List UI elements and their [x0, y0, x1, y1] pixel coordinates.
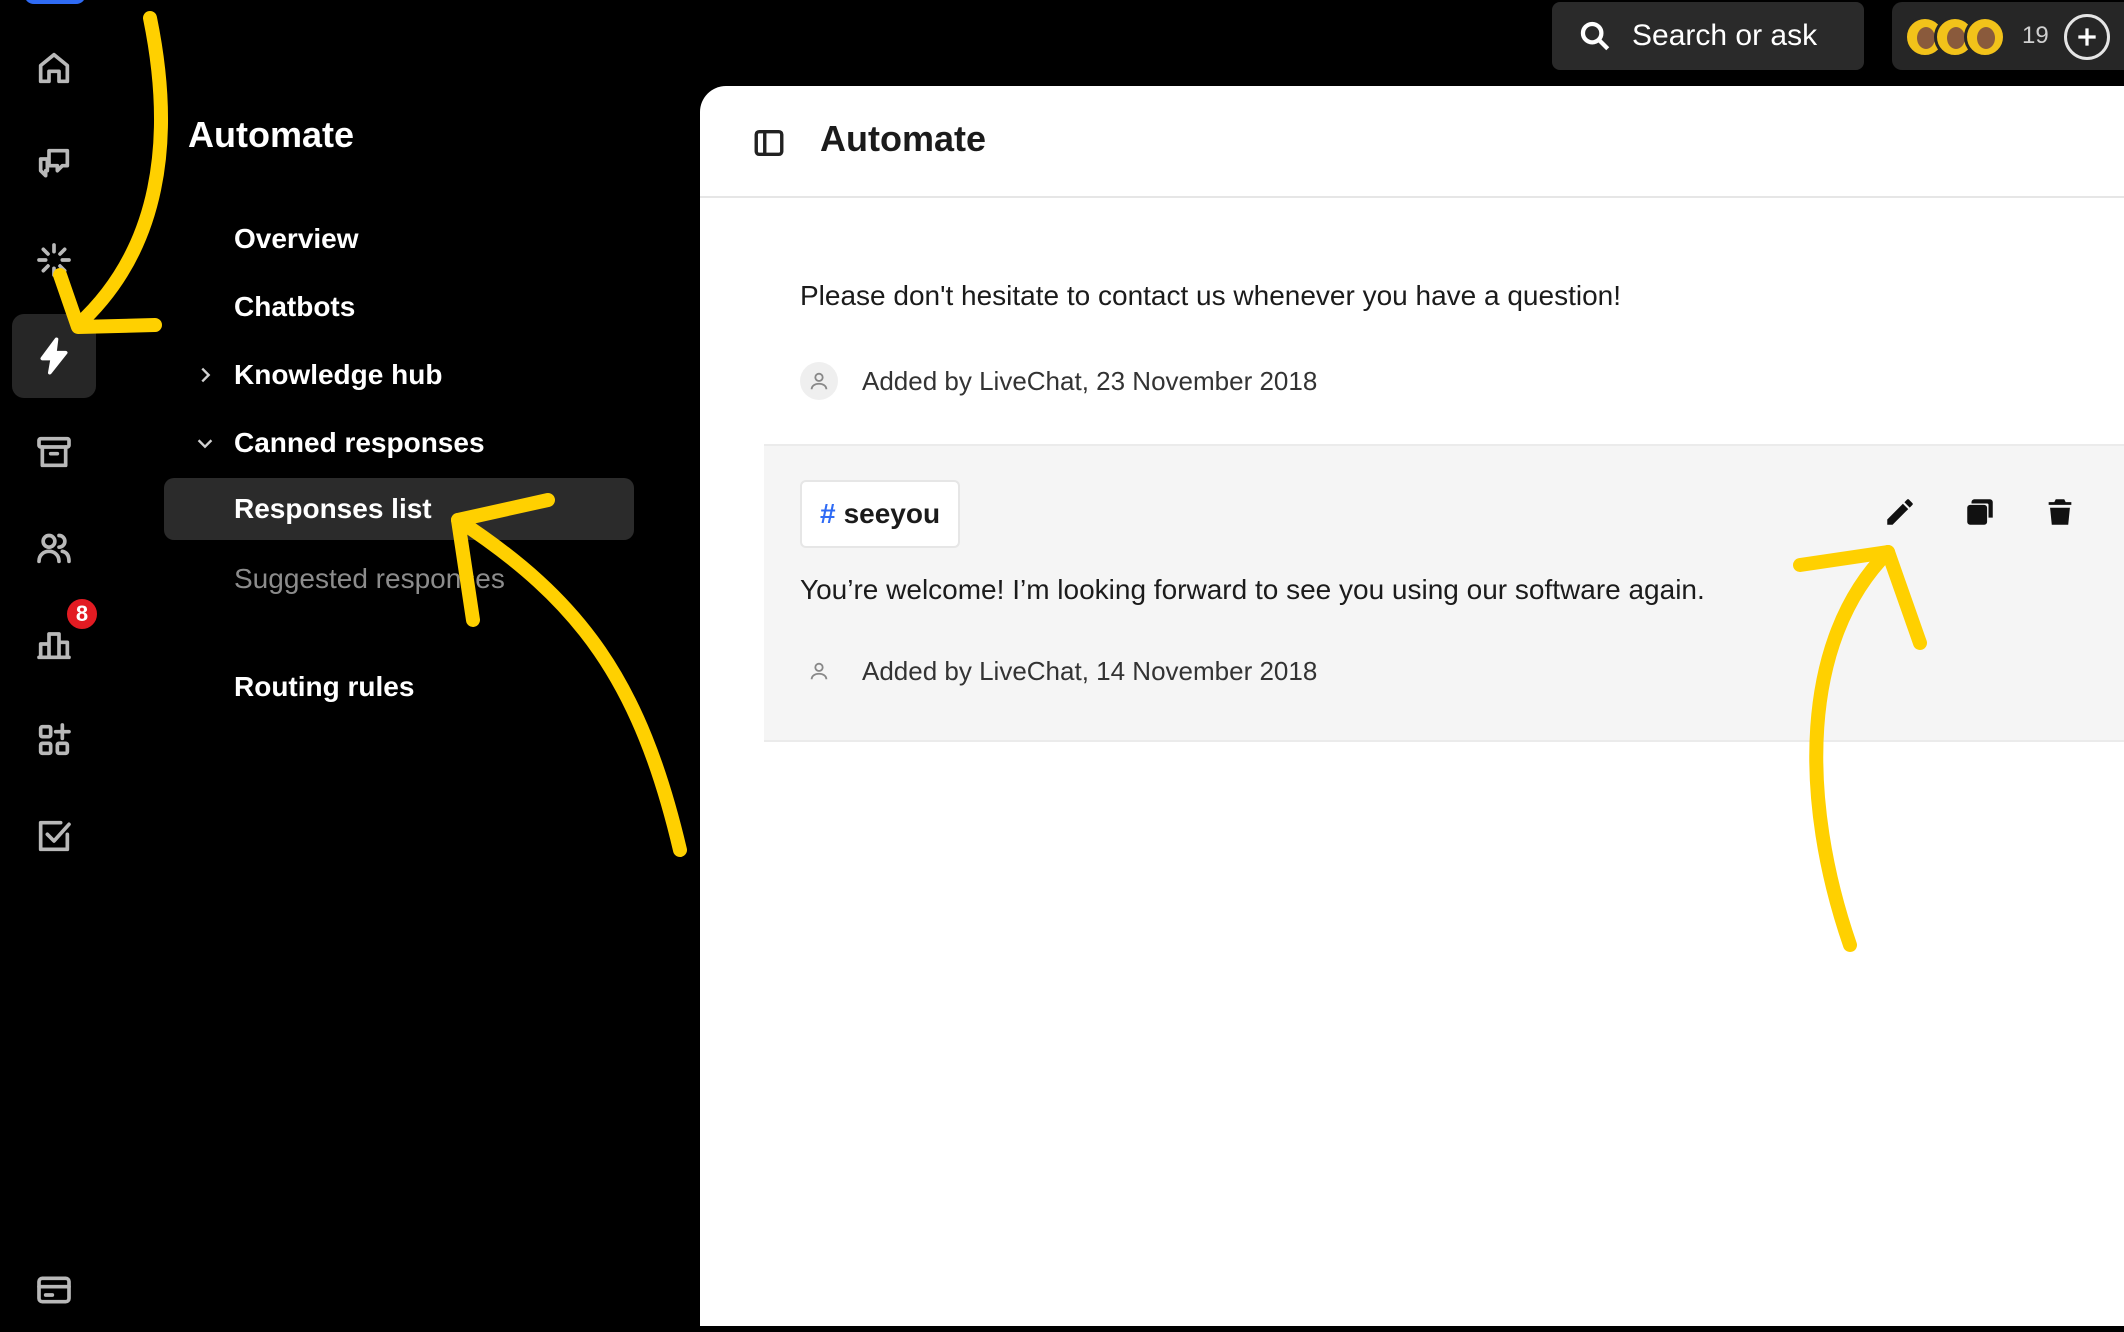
- main-panel: Automate Please don't hesitate to contac…: [700, 86, 2124, 1326]
- response-meta-text: Added by LiveChat, 23 November 2018: [862, 365, 1318, 396]
- plus-icon: [2078, 28, 2096, 46]
- nav-item-label: Overview: [234, 223, 359, 254]
- add-button[interactable]: [2064, 14, 2110, 60]
- nav-item-label: Canned responses: [234, 427, 485, 458]
- team-switcher[interactable]: 19: [1892, 2, 2124, 70]
- automate-nav: Automate Overview Chatbots Knowledge hub…: [108, 0, 700, 1326]
- nav-archive[interactable]: [12, 410, 96, 494]
- reports-icon: [37, 632, 71, 660]
- search-button[interactable]: Search or ask: [1552, 2, 1864, 70]
- nav-title: Automate: [188, 114, 355, 155]
- nav-reports[interactable]: 8: [12, 596, 100, 686]
- nav-item-label: Chatbots: [234, 291, 356, 322]
- search-label: Search or ask: [1632, 19, 1818, 52]
- archive-icon: [37, 436, 71, 468]
- user-icon: [800, 362, 838, 400]
- response-shortcut-tag: # seeyou: [800, 480, 961, 548]
- nav-loading[interactable]: [12, 218, 96, 302]
- delete-button[interactable]: [2040, 492, 2080, 532]
- copy-button[interactable]: [1960, 492, 2000, 532]
- nav-item-knowledge-hub[interactable]: Knowledge hub: [164, 344, 634, 406]
- response-card[interactable]: # seeyou You’re welcome! I’m looking for…: [764, 444, 2124, 742]
- search-icon: [1580, 21, 1610, 51]
- loading-spark-icon: [37, 243, 71, 277]
- main-header: Automate: [700, 86, 2124, 198]
- nav-tasks[interactable]: [12, 794, 96, 878]
- response-text: You’re welcome! I’m looking forward to s…: [800, 574, 1705, 605]
- nav-chats[interactable]: [12, 122, 96, 206]
- nav-customers[interactable]: [12, 506, 96, 590]
- edit-button[interactable]: [1880, 492, 1920, 532]
- nav-item-chatbots[interactable]: Chatbots: [164, 276, 634, 338]
- response-meta-text: Added by LiveChat, 14 November 2018: [862, 655, 1318, 686]
- nav-item-overview[interactable]: Overview: [164, 208, 634, 270]
- home-icon: [38, 52, 70, 84]
- nav-item-suggested-responses[interactable]: Suggested responses: [164, 548, 634, 610]
- icon-rail: 8: [0, 0, 108, 1326]
- rail-top-accent: [24, 0, 86, 4]
- apps-icon: [38, 723, 71, 756]
- chevron-down-icon[interactable]: [194, 432, 216, 454]
- avatar: [1964, 16, 2006, 58]
- nav-item-label: Knowledge hub: [234, 359, 443, 390]
- reports-badge: 8: [64, 596, 100, 632]
- nav-item-label: Suggested responses: [234, 563, 505, 594]
- copy-icon: [1967, 499, 1993, 525]
- nav-automate[interactable]: [12, 314, 96, 398]
- nav-billing[interactable]: [12, 1248, 96, 1332]
- nav-item-canned-responses[interactable]: Canned responses: [164, 412, 634, 474]
- delete-icon: [2048, 499, 2072, 525]
- edit-icon: [1887, 499, 1913, 525]
- chats-icon: [38, 148, 70, 178]
- customers-icon: [37, 533, 71, 564]
- chevron-right-icon[interactable]: [194, 364, 216, 386]
- sidebar-toggle-button[interactable]: [752, 126, 786, 160]
- hash-icon: #: [820, 498, 836, 529]
- response-text: Please don't hesitate to contact us when…: [800, 280, 1621, 311]
- response-shortcut: seeyou: [843, 498, 941, 529]
- sidebar-toggle-icon: [754, 129, 784, 157]
- nav-item-label: Routing rules: [234, 671, 415, 702]
- page-title: Automate: [820, 118, 987, 159]
- nav-apps[interactable]: [12, 698, 96, 782]
- automate-bolt-icon: [40, 337, 68, 375]
- team-count: 19: [2022, 22, 2049, 49]
- response-meta: Added by LiveChat, 23 November 2018: [800, 362, 1317, 400]
- nav-home[interactable]: [12, 26, 96, 110]
- nav-item-responses-list[interactable]: Responses list: [164, 478, 634, 540]
- tasks-icon: [38, 820, 71, 852]
- nav-item-routing-rules[interactable]: Routing rules: [164, 656, 634, 718]
- user-icon: [800, 652, 838, 690]
- response-meta: Added by LiveChat, 14 November 2018: [800, 652, 1317, 690]
- nav-item-label: Responses list: [234, 493, 432, 524]
- billing-icon: [37, 1276, 71, 1304]
